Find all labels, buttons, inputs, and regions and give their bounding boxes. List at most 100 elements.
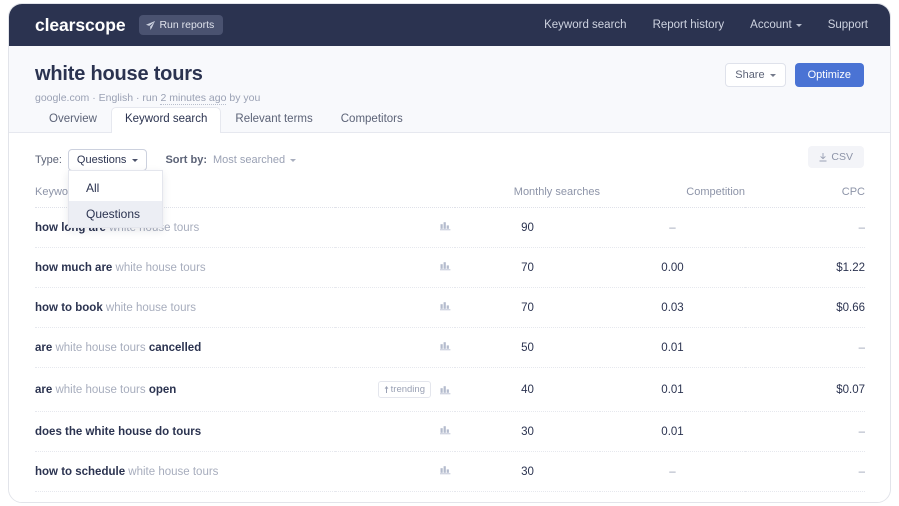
- cell-cpc: $0.66: [745, 287, 865, 328]
- cell-cpc: –: [745, 207, 865, 248]
- sort-by-value: Most searched: [213, 154, 286, 166]
- nav-link-keyword-search[interactable]: Keyword search: [544, 19, 626, 31]
- type-filter-value: Questions: [76, 154, 127, 166]
- type-filter-label: Type:: [35, 154, 62, 166]
- main-content: Type: Questions Sort by: Most searched C…: [9, 133, 890, 502]
- bar-chart-icon[interactable]: [440, 301, 451, 311]
- keywords-table: Keyword Monthly searches Competition CPC…: [35, 180, 865, 502]
- sort-by-dropdown[interactable]: Most searched: [213, 154, 297, 166]
- nav-link-account[interactable]: Account: [750, 19, 802, 31]
- download-csv-button[interactable]: CSV: [808, 146, 864, 168]
- cell-cpc: –: [745, 491, 865, 502]
- cell-indicators: [335, 491, 455, 502]
- cell-indicators: [335, 327, 455, 368]
- cell-keyword[interactable]: are white house tours cancelled: [35, 327, 335, 368]
- subtitle-timestamp: 2 minutes ago: [160, 92, 227, 105]
- column-header-blank: [335, 180, 455, 208]
- type-filter-menu: All Questions: [68, 170, 163, 228]
- table-row[interactable]: are there white house tours20––: [35, 491, 865, 502]
- cell-indicators: trending: [335, 367, 455, 412]
- share-button[interactable]: Share: [725, 63, 786, 87]
- cell-competition: –: [600, 207, 745, 248]
- cell-keyword[interactable]: how to schedule white house tours: [35, 451, 335, 492]
- nav-links: Keyword search Report history Account Su…: [544, 19, 868, 31]
- table-row[interactable]: how to schedule white house tours 30– –: [35, 451, 865, 492]
- app-window: clearscope Run reports Keyword search Re…: [8, 3, 891, 503]
- type-option-all[interactable]: All: [69, 175, 162, 201]
- keyword-text: how much are white house tours: [35, 261, 206, 274]
- table-row[interactable]: are white house tours cancelled 50 0.01–: [35, 327, 865, 368]
- page-header: white house tours google.com · English ·…: [9, 46, 890, 107]
- cell-competition: 0.03: [600, 287, 745, 328]
- run-reports-label: Run reports: [159, 19, 215, 31]
- keyword-text: how to book white house tours: [35, 301, 197, 314]
- table-row[interactable]: how much are white house tours 70 0.00 $1.2…: [35, 247, 865, 288]
- tab-relevant-terms[interactable]: Relevant terms: [221, 107, 326, 133]
- page-subtitle: google.com · English · run 2 minutes ago…: [35, 92, 260, 105]
- column-header-competition[interactable]: Competition: [600, 180, 745, 208]
- type-option-questions[interactable]: Questions: [69, 201, 162, 227]
- cell-monthly-searches: 70: [455, 247, 600, 288]
- table-row[interactable]: how to book white house tours 70 0.03 $0.66: [35, 287, 865, 328]
- chevron-down-icon: [769, 73, 776, 77]
- table-body: how long are white house tours90––how mu…: [35, 207, 865, 502]
- cell-indicators: [335, 247, 455, 288]
- cell-keyword[interactable]: are there white house tours: [35, 491, 335, 502]
- cell-keyword[interactable]: how much are white house tours: [35, 247, 335, 288]
- chevron-down-icon: [132, 158, 139, 162]
- download-icon: [819, 152, 827, 161]
- nav-link-label: Support: [827, 19, 868, 31]
- bar-chart-icon[interactable]: [440, 385, 451, 395]
- cell-keyword[interactable]: are white house tours open: [35, 367, 335, 412]
- bar-chart-icon[interactable]: [440, 221, 451, 231]
- keyword-text: are white house tours cancelled: [35, 341, 202, 354]
- chevron-down-icon: [795, 23, 802, 27]
- cell-cpc: –: [745, 327, 865, 368]
- cell-competition: 0.01: [600, 327, 745, 368]
- cell-competition: 0.00: [600, 247, 745, 288]
- column-header-cpc[interactable]: CPC: [745, 180, 865, 208]
- trending-up-icon: [384, 386, 389, 393]
- cell-competition: –: [600, 491, 745, 502]
- cell-indicators: [335, 451, 455, 492]
- filter-toolbar: Type: Questions Sort by: Most searched C…: [35, 146, 864, 228]
- sort-by-label: Sort by:: [165, 154, 207, 166]
- keyword-text: are white house tours open: [35, 383, 177, 396]
- cell-keyword[interactable]: does the white house do tours: [35, 411, 335, 452]
- tab-bar: Overview Keyword search Relevant terms C…: [9, 106, 890, 133]
- cell-cpc: –: [745, 451, 865, 492]
- share-label: Share: [735, 69, 765, 81]
- page-title: white house tours: [35, 63, 203, 85]
- keyword-text: does the white house do tours: [35, 425, 202, 438]
- table-row[interactable]: are white house tours open trending 40 0.01…: [35, 367, 865, 412]
- paper-plane-icon: [146, 20, 156, 30]
- cell-monthly-searches: 40: [455, 367, 600, 412]
- bar-chart-icon[interactable]: [440, 341, 451, 351]
- header-actions: Share Optimize: [725, 63, 864, 87]
- cell-indicators: [335, 207, 455, 248]
- bar-chart-icon[interactable]: [440, 261, 451, 271]
- nav-link-support[interactable]: Support: [828, 19, 868, 31]
- bar-chart-icon[interactable]: [440, 465, 451, 475]
- nav-link-report-history[interactable]: Report history: [653, 19, 725, 31]
- bar-chart-icon[interactable]: [440, 425, 451, 435]
- tab-keyword-search[interactable]: Keyword search: [110, 106, 222, 133]
- cell-monthly-searches: 90: [455, 207, 600, 248]
- cell-cpc: –: [745, 411, 865, 452]
- cell-keyword[interactable]: how to book white house tours: [35, 287, 335, 328]
- tab-competitors[interactable]: Competitors: [327, 107, 417, 133]
- cell-competition: 0.01: [600, 411, 745, 452]
- trending-badge: trending: [377, 381, 431, 398]
- column-header-monthly-searches[interactable]: Monthly searches: [455, 180, 600, 208]
- type-filter-dropdown[interactable]: Questions: [67, 149, 148, 171]
- tab-overview[interactable]: Overview: [35, 107, 111, 133]
- run-reports-button[interactable]: Run reports: [139, 15, 224, 35]
- table-row[interactable]: does the white house do tours 30 0.01–: [35, 411, 865, 452]
- brand-logo[interactable]: clearscope: [35, 15, 126, 36]
- subtitle-prefix: google.com · English · run: [35, 92, 161, 104]
- cell-competition: 0.01: [600, 367, 745, 412]
- cell-competition: –: [600, 451, 745, 492]
- cell-cpc: $1.22: [745, 247, 865, 288]
- optimize-button[interactable]: Optimize: [794, 63, 864, 87]
- nav-link-label: Account: [750, 19, 792, 31]
